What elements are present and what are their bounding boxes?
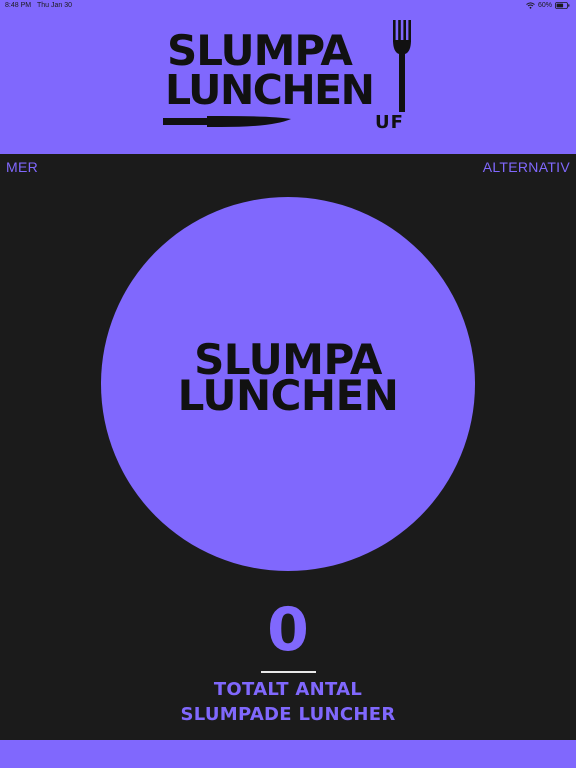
status-time: 8:48 PM	[5, 2, 32, 9]
alternativ-button[interactable]: ALTERNATIV	[483, 159, 570, 175]
lunch-counter-value: 0	[267, 595, 309, 665]
wifi-icon	[526, 2, 535, 9]
battery-percent: 60%	[537, 2, 552, 9]
counter-label-line-1: TOTALT ANTAL	[213, 679, 363, 700]
button-label-line-2: LUNCHEN	[177, 371, 399, 420]
fork-icon	[393, 20, 411, 112]
app-logo: SLUMPA LUNCHEN UF	[163, 18, 413, 136]
status-bar: 8:48 PM Thu Jan 30 60%	[0, 0, 576, 12]
battery-icon	[555, 2, 570, 9]
slumpa-lunchen-button[interactable]: SLUMPA LUNCHEN	[101, 197, 475, 571]
status-date: Thu Jan 30	[37, 2, 73, 9]
logo-line-2: LUNCHEN	[165, 66, 375, 114]
mer-button[interactable]: MER	[6, 159, 38, 175]
app-screen: 8:48 PM Thu Jan 30 60% SLUMPA LUNCHEN UF…	[0, 0, 576, 768]
logo-suffix: UF	[375, 112, 404, 133]
header: 8:48 PM Thu Jan 30 60% SLUMPA LUNCHEN UF	[0, 0, 576, 154]
knife-icon	[163, 116, 291, 127]
status-indicators: 60%	[526, 2, 570, 9]
counter-divider	[261, 671, 316, 673]
counter-label-line-2: SLUMPADE LUNCHER	[180, 704, 396, 725]
footer-bar	[0, 740, 576, 768]
